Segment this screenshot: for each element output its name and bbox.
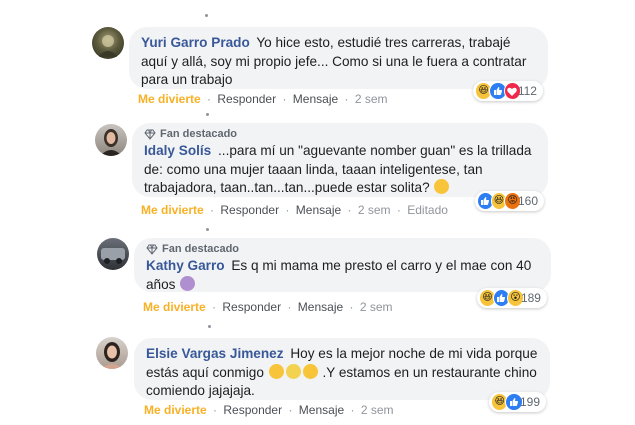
relieved-face-emoji-icon	[302, 363, 318, 379]
message-button[interactable]: Mensaje	[298, 300, 343, 314]
comment-timestamp[interactable]: 2 sem	[358, 203, 391, 217]
message-button[interactable]: Mensaje	[296, 203, 341, 217]
comment-timestamp[interactable]: 2 sem	[360, 300, 393, 314]
separator: ·	[347, 203, 352, 217]
comment-author[interactable]: Kathy Garro	[146, 258, 225, 273]
reaction-count: 160	[517, 194, 538, 208]
separator: ·	[287, 300, 292, 314]
comment-author[interactable]: Idaly Solís	[144, 143, 211, 158]
separator: ·	[285, 203, 290, 217]
separator: ·	[212, 300, 217, 314]
comment-bubble: Yuri Garro Prado Yo hice esto, estudié t…	[129, 27, 548, 89]
separator: ·	[210, 203, 215, 217]
comment-actions: Me divierte · Responder · Mensaje · 2 se…	[141, 203, 448, 217]
comment-bubble: Fan destacado Idaly Solís ...para mí un …	[132, 123, 548, 197]
comment-actions: Me divierte · Responder · Mensaje · 2 se…	[143, 300, 393, 314]
reply-button[interactable]: Responder	[217, 92, 276, 106]
reaction-count: 199	[519, 395, 540, 409]
like-button[interactable]: Me divierte	[141, 203, 204, 217]
diamond-icon	[144, 129, 156, 140]
badge-label: Fan destacado	[162, 243, 240, 255]
avatar[interactable]	[95, 124, 127, 156]
comment-actions: Me divierte · Responder · Mensaje · 2 se…	[144, 403, 394, 417]
avatar[interactable]	[97, 238, 129, 270]
divider-dot	[205, 14, 208, 17]
reaction-summary[interactable]: 😆 😮 189	[477, 288, 547, 308]
grin-sweat-emoji-icon	[434, 179, 450, 194]
comment-timestamp[interactable]: 2 sem	[361, 403, 394, 417]
separator: ·	[282, 92, 287, 106]
comment-author[interactable]: Yuri Garro Prado	[141, 35, 250, 50]
comment-author[interactable]: Elsie Vargas Jimenez	[146, 346, 284, 361]
badge-label: Fan destacado	[160, 128, 238, 140]
separator: ·	[350, 403, 355, 417]
screaming-face-emoji-icon	[285, 363, 301, 379]
top-fan-badge: Fan destacado	[146, 242, 539, 256]
reaction-count: 189	[520, 291, 541, 305]
reply-button[interactable]: Responder	[222, 300, 281, 314]
grinning-sweat-emoji-icon	[268, 363, 284, 379]
diamond-icon	[146, 244, 158, 255]
edited-label[interactable]: Editado	[407, 203, 448, 217]
reaction-summary[interactable]: 😆 😡 160	[475, 191, 544, 211]
like-button[interactable]: Me divierte	[138, 92, 201, 106]
separator: ·	[396, 203, 401, 217]
comment-timestamp[interactable]: 2 sem	[355, 92, 388, 106]
comment-actions: Me divierte · Responder · Mensaje · 2 se…	[138, 92, 388, 106]
reply-button[interactable]: Responder	[223, 403, 282, 417]
woman-facepalming-emoji-icon	[180, 275, 196, 291]
separator: ·	[288, 403, 293, 417]
like-button[interactable]: Me divierte	[144, 403, 207, 417]
separator: ·	[213, 403, 218, 417]
reply-button[interactable]: Responder	[220, 203, 279, 217]
separator: ·	[207, 92, 212, 106]
comment-bubble: Elsie Vargas Jimenez Hoy es la mejor noc…	[134, 338, 550, 400]
message-button[interactable]: Mensaje	[293, 92, 338, 106]
like-button[interactable]: Me divierte	[143, 300, 206, 314]
divider-dot	[206, 113, 209, 116]
reaction-count: 112	[517, 84, 537, 98]
separator: ·	[344, 92, 349, 106]
divider-dot	[208, 325, 211, 328]
top-fan-badge: Fan destacado	[144, 127, 536, 141]
separator: ·	[349, 300, 354, 314]
reaction-summary[interactable]: 😆 199	[489, 392, 546, 412]
avatar[interactable]	[96, 337, 128, 369]
message-button[interactable]: Mensaje	[299, 403, 344, 417]
avatar[interactable]	[92, 27, 124, 59]
comment-bubble: Fan destacado Kathy Garro Es q mi mama m…	[134, 238, 551, 292]
reaction-summary[interactable]: 😆 112	[473, 81, 543, 101]
divider-dot	[206, 228, 209, 231]
